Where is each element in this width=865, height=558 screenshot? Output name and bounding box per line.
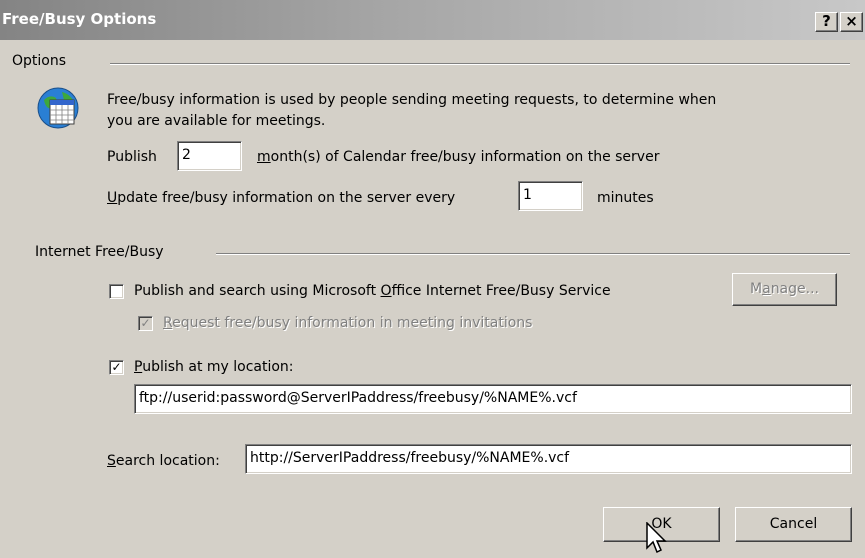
update-label-text: pdate free/busy information on the serve… bbox=[117, 190, 456, 206]
options-divider bbox=[110, 63, 850, 65]
options-section-label: Options bbox=[12, 53, 67, 69]
options-description-line1: Free/busy information is used by people … bbox=[107, 92, 717, 108]
request-info-checkbox[interactable]: ✓ bbox=[138, 316, 153, 331]
update-label: Update free/busy information on the serv… bbox=[107, 190, 455, 206]
update-minutes-input[interactable]: 1 bbox=[518, 181, 583, 211]
internet-divider bbox=[216, 253, 850, 255]
publish-label: Publish bbox=[107, 149, 157, 165]
request-mnemonic: R bbox=[163, 315, 173, 331]
publish-suffix-text: onth(s) of Calendar free/busy informatio… bbox=[270, 149, 660, 165]
manage-text-pre: M bbox=[750, 281, 763, 297]
publish-search-mnemonic: O bbox=[380, 283, 392, 299]
publish-months-suffix: month(s) of Calendar free/busy informati… bbox=[257, 149, 659, 165]
publish-location-input[interactable]: ftp://userid:password@ServerIPaddress/fr… bbox=[134, 384, 852, 414]
cancel-button[interactable]: Cancel bbox=[735, 507, 852, 542]
publish-location-text: ublish at my location: bbox=[142, 359, 294, 375]
publish-search-text-post: ffice Internet Free/Busy Service bbox=[391, 283, 611, 299]
update-label-mnemonic: U bbox=[107, 190, 118, 206]
internet-section-label: Internet Free/Busy bbox=[35, 244, 164, 260]
close-button[interactable]: × bbox=[840, 12, 863, 32]
mouse-pointer-icon bbox=[646, 522, 667, 554]
title-bar: Free/Busy Options ? × bbox=[0, 0, 865, 40]
publish-search-label: Publish and search using Microsoft Offic… bbox=[134, 283, 611, 299]
options-description-line2: you are available for meetings. bbox=[107, 113, 326, 129]
manage-mnemonic: a bbox=[762, 281, 771, 297]
publish-location-label: Publish at my location: bbox=[134, 359, 294, 375]
help-button[interactable]: ? bbox=[815, 12, 838, 32]
search-location-input[interactable]: http://ServerIPaddress/freebusy/%NAME%.v… bbox=[245, 444, 852, 474]
publish-search-checkbox[interactable] bbox=[109, 284, 124, 299]
search-location-label: Search location: bbox=[107, 453, 220, 469]
manage-button[interactable]: Manage... bbox=[732, 273, 837, 306]
publish-suffix-mnemonic: m bbox=[257, 149, 271, 165]
publish-location-checkbox[interactable]: ✓ bbox=[109, 360, 124, 375]
publish-months-input[interactable]: 2 bbox=[177, 141, 242, 171]
update-minutes-suffix: minutes bbox=[597, 190, 654, 206]
request-info-label: Request free/busy information in meeting… bbox=[163, 315, 532, 331]
publish-search-text-pre: Publish and search using Microsoft bbox=[134, 283, 381, 299]
search-mnemonic: S bbox=[107, 453, 116, 469]
publish-location-mnemonic: P bbox=[134, 359, 143, 375]
window-title: Free/Busy Options bbox=[2, 10, 157, 28]
search-text: earch location: bbox=[115, 453, 220, 469]
request-text: equest free/busy information in meeting … bbox=[172, 315, 533, 331]
manage-text-post: nage... bbox=[770, 281, 819, 297]
calendar-icon bbox=[37, 87, 79, 129]
